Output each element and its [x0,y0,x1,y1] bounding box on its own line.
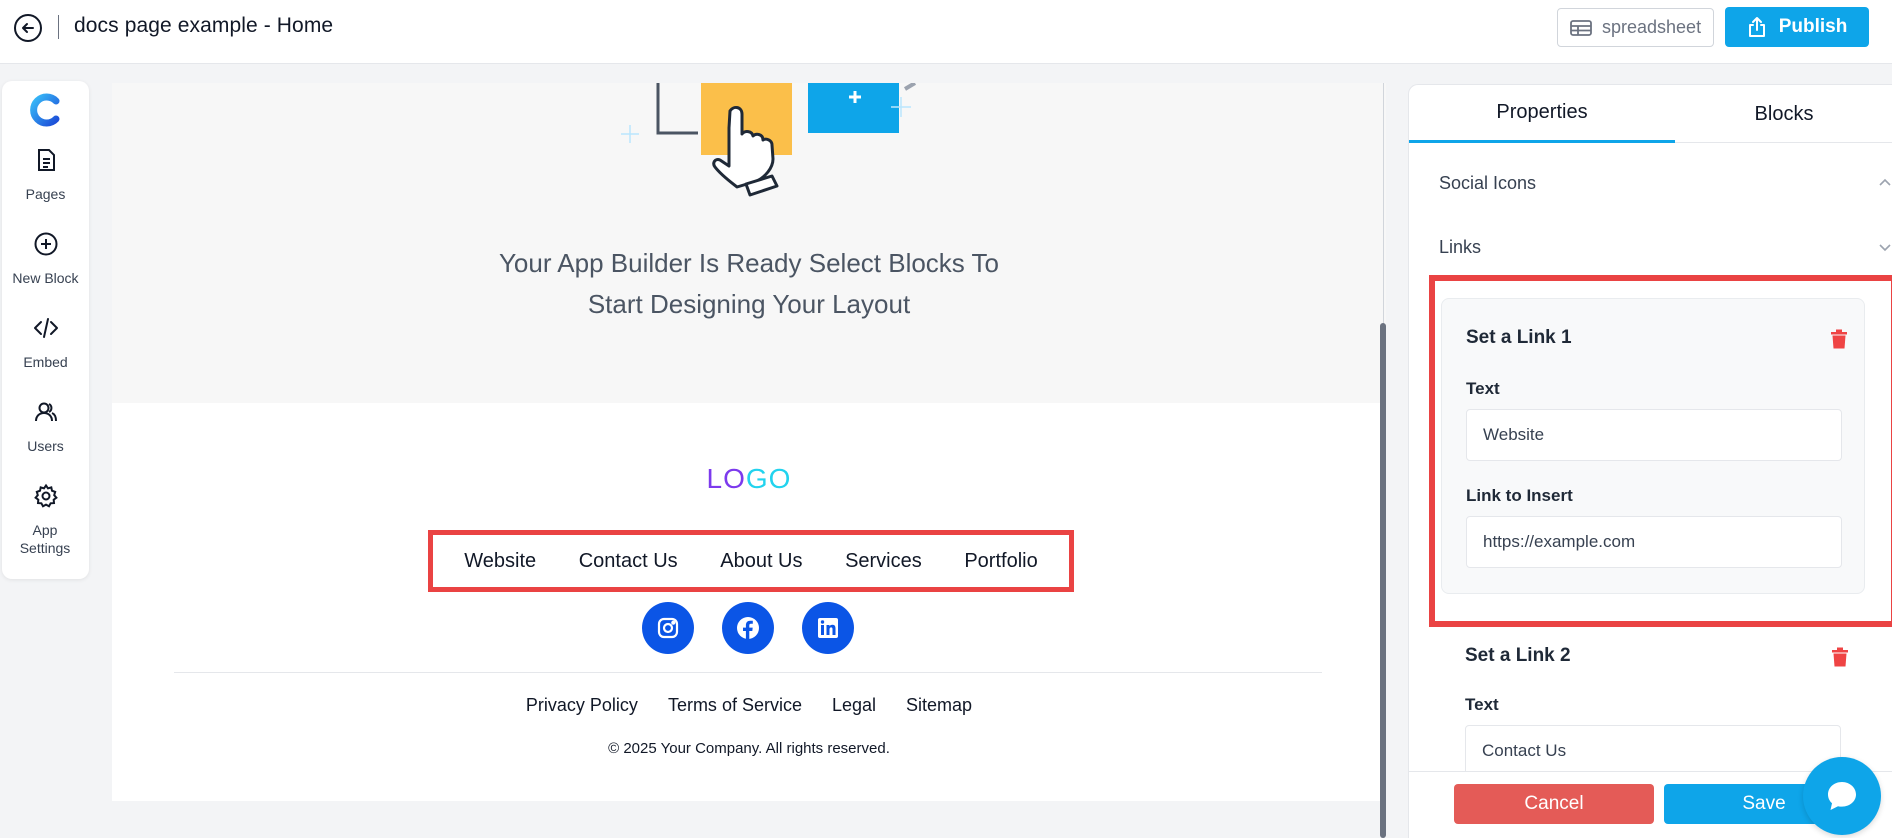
chat-bubble-icon[interactable] [1803,757,1881,835]
logo-go: GO [745,463,792,494]
tab-properties[interactable]: Properties [1409,85,1675,143]
trash-icon[interactable] [1831,647,1849,667]
publish-label: Publish [1778,16,1848,37]
hero-line-2: Start Designing Your Layout [587,289,911,319]
sidebar-item-label: Users [27,438,64,454]
footer-link-about-us[interactable]: About Us [720,550,802,573]
section-links[interactable]: Links [1409,223,1892,271]
sidebar-item-app-settings[interactable]: App Settings [2,483,89,557]
share-upload-icon [1748,17,1765,37]
back-arrow-icon[interactable] [14,14,42,42]
logo-lo: LO [706,463,746,494]
footer-nav-links: Website Contact Us About Us Services Por… [428,530,1074,592]
sidebar-item-label: New Block [12,270,79,286]
canvas-bottom-area [112,801,1386,838]
cancel-button[interactable]: Cancel [1454,784,1654,824]
panel-tabs: Properties Blocks [1409,85,1892,143]
top-bar: docs page example - Home spreadsheet Pub… [0,0,1892,64]
chevron-down-icon [1879,244,1891,252]
link-card-2: Set a Link 2 Text [1441,615,1865,795]
link-card-title: Set a Link 2 [1465,645,1571,666]
left-sidebar: Pages New Block Embed Users App Settings [2,81,89,579]
hand-pointer-illustration [621,83,917,197]
facebook-icon[interactable] [722,602,774,654]
spreadsheet-label: spreadsheet [1602,17,1702,37]
footer-divider [174,672,1322,673]
publish-button[interactable]: Publish [1725,7,1869,47]
copyright-text: © 2025 Your Company. All rights reserved… [608,740,890,757]
legal-link-legal[interactable]: Legal [832,695,876,716]
properties-panel: Properties Blocks Social Icons Links Set… [1408,84,1892,838]
gear-icon [33,483,58,508]
sidebar-item-label: Pages [25,186,66,202]
chevron-up-icon [1879,178,1891,186]
highlight-box [1429,275,1892,627]
sidebar-item-new-block[interactable]: New Block [2,231,89,287]
linkedin-icon[interactable] [802,602,854,654]
plus-circle-icon [34,232,57,256]
footer-link-contact-us[interactable]: Contact Us [579,550,678,573]
section-social-icons[interactable]: Social Icons [1409,159,1892,207]
footer-link-services[interactable]: Services [845,550,922,573]
hero-message: Your App Builder Is Ready Select Blocks … [112,243,1386,325]
canvas-scrollbar[interactable] [1380,323,1386,838]
sidebar-item-pages[interactable]: Pages [2,147,89,203]
link-text-input[interactable] [1465,725,1841,777]
legal-link-sitemap[interactable]: Sitemap [906,695,972,716]
legal-links: Privacy Policy Terms of Service Legal Si… [112,695,1386,716]
section-label: Social Icons [1439,172,1537,193]
page-canvas: Your App Builder Is Ready Select Blocks … [112,83,1386,838]
app-logo-icon [30,93,60,127]
legal-link-terms[interactable]: Terms of Service [668,695,802,716]
sidebar-item-embed[interactable]: Embed [2,315,89,371]
legal-link-privacy[interactable]: Privacy Policy [526,695,638,716]
hero-section: Your App Builder Is Ready Select Blocks … [112,83,1386,403]
section-label: Links [1439,236,1482,257]
sidebar-item-label: App Settings [19,522,71,556]
spreadsheet-button[interactable]: spreadsheet [1557,8,1714,47]
instagram-icon[interactable] [642,602,694,654]
title-divider [58,15,59,39]
hero-line-1: Your App Builder Is Ready Select Blocks … [498,248,1000,278]
text-field-label: Text [1465,695,1499,714]
sidebar-item-users[interactable]: Users [2,399,89,455]
code-icon [33,318,58,338]
document-icon [37,149,55,171]
tab-blocks[interactable]: Blocks [1675,85,1892,143]
users-icon [34,402,57,422]
app-title: docs page example - Home [74,14,334,37]
table-icon [1570,19,1592,36]
footer-link-portfolio[interactable]: Portfolio [964,550,1037,573]
footer-link-website[interactable]: Website [464,550,536,573]
sidebar-item-label: Embed [23,354,68,370]
footer-logo: LOGO [112,463,1386,495]
